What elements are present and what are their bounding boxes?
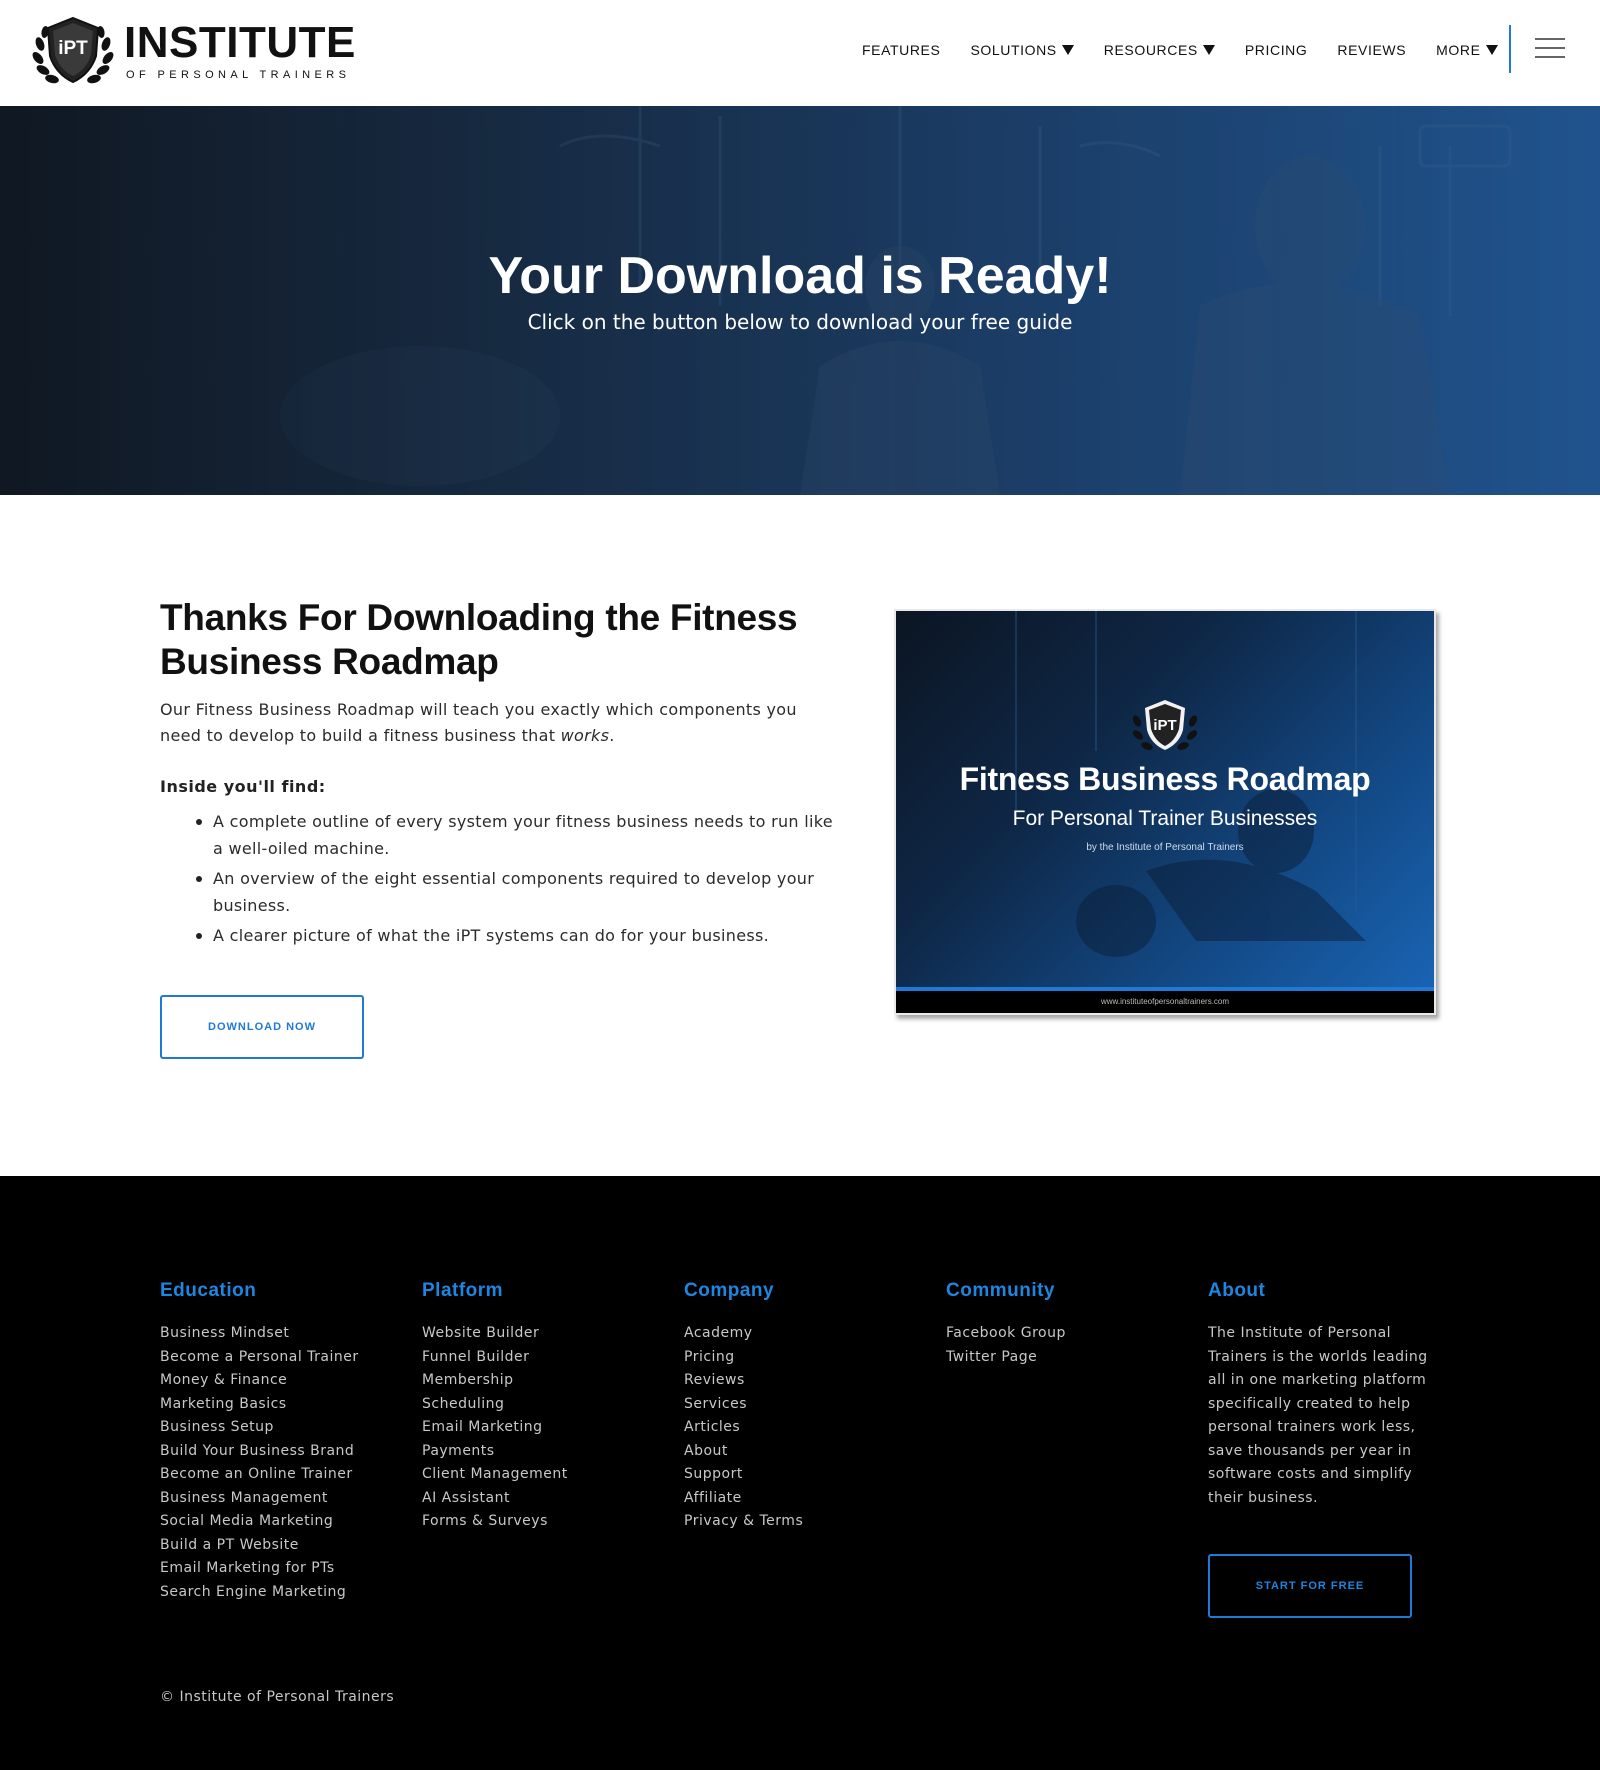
footer-heading: Company — [684, 1280, 775, 1301]
site-footer: Education Business Mindset Become a Pers… — [0, 1176, 1600, 1770]
footer-link[interactable]: Become an Online Trainer — [160, 1463, 359, 1487]
footer-heading: Platform — [422, 1280, 504, 1301]
inside-label: Inside you'll find: — [160, 777, 326, 796]
caret-down-icon — [1485, 45, 1498, 55]
cover-byline: by the Institute of Personal Trainers — [1086, 842, 1244, 853]
svg-text:iPT: iPT — [58, 38, 88, 59]
caret-down-icon — [1061, 45, 1074, 55]
footer-link[interactable]: Membership — [422, 1369, 568, 1393]
footer-link[interactable]: Business Mindset — [160, 1322, 359, 1346]
footer-col-community: Community Facebook Group Twitter Page — [946, 1280, 1066, 1369]
footer-heading: Education — [160, 1280, 257, 1301]
footer-link[interactable]: Funnel Builder — [422, 1346, 568, 1370]
emphasis-works: works — [560, 726, 610, 745]
cover-subtitle: For Personal Trainer Businesses — [1012, 807, 1318, 830]
copyright-text: © Institute of Personal Trainers — [160, 1689, 395, 1705]
footer-link[interactable]: Payments — [422, 1440, 568, 1464]
logo-subtitle: OF PERSONAL TRAINERS — [126, 69, 351, 81]
footer-link[interactable]: Build a PT Website — [160, 1534, 359, 1558]
footer-link[interactable]: Website Builder — [422, 1322, 568, 1346]
footer-link[interactable]: Build Your Business Brand — [160, 1440, 359, 1464]
nav-divider — [1509, 25, 1511, 73]
footer-heading: About — [1208, 1280, 1266, 1301]
hero-banner: Your Download is Ready! Click on the but… — [0, 106, 1600, 495]
footer-col-platform: Platform Website Builder Funnel Builder … — [422, 1280, 568, 1534]
nav-features[interactable]: FEATURES — [862, 38, 940, 62]
footer-link[interactable]: Money & Finance — [160, 1369, 359, 1393]
footer-link[interactable]: Social Media Marketing — [160, 1510, 359, 1534]
footer-link[interactable]: Email Marketing — [422, 1416, 568, 1440]
caret-down-icon — [1202, 45, 1215, 55]
roadmap-cover-image: iPT Fitness Business Roadmap For Persona… — [894, 609, 1436, 1015]
cover-background — [1015, 611, 1366, 957]
nav-reviews[interactable]: REVIEWS — [1337, 38, 1406, 62]
list-item: A clearer picture of what the iPT system… — [196, 922, 833, 949]
content-title: Thanks For Downloading the Fitness Busin… — [160, 597, 798, 682]
cover-shield-icon: iPT — [1129, 697, 1201, 755]
footer-link[interactable]: Business Setup — [160, 1416, 359, 1440]
footer-link[interactable]: AI Assistant — [422, 1487, 568, 1511]
cover-url: www.instituteofpersonaltrainers.com — [896, 991, 1434, 1013]
footer-link[interactable]: Become a Personal Trainer — [160, 1346, 359, 1370]
footer-link[interactable]: Affiliate — [684, 1487, 803, 1511]
svg-text:iPT: iPT — [1153, 717, 1176, 734]
download-now-button[interactable]: DOWNLOAD NOW — [160, 995, 364, 1059]
site-logo[interactable]: iPT INSTITUTE OF PERSONAL TRAINERS — [30, 14, 356, 88]
footer-link[interactable]: Pricing — [684, 1346, 803, 1370]
footer-heading: Community — [946, 1280, 1055, 1301]
footer-link[interactable]: Twitter Page — [946, 1346, 1066, 1370]
cover-title: Fitness Business Roadmap — [959, 761, 1371, 797]
hamburger-icon[interactable] — [1535, 38, 1565, 60]
footer-link[interactable]: Scheduling — [422, 1393, 568, 1417]
main-nav: FEATURES SOLUTIONS RESOURCES PRICING REV… — [862, 38, 1528, 62]
footer-col-about: About The Institute of Personal Trainers… — [1208, 1280, 1442, 1510]
footer-link[interactable]: Privacy & Terms — [684, 1510, 803, 1534]
footer-link[interactable]: About — [684, 1440, 803, 1464]
footer-link[interactable]: Client Management — [422, 1463, 568, 1487]
footer-col-education: Education Business Mindset Become a Pers… — [160, 1280, 359, 1604]
footer-link[interactable]: Academy — [684, 1322, 803, 1346]
footer-col-company: Company Academy Pricing Reviews Services… — [684, 1280, 803, 1534]
footer-link[interactable]: Support — [684, 1463, 803, 1487]
feature-list: A complete outline of every system your … — [196, 808, 833, 952]
laurel-shield-icon: iPT — [30, 14, 116, 88]
hero-title: Your Download is Ready! — [488, 247, 1112, 305]
list-item: An overview of the eight essential compo… — [196, 865, 833, 919]
nav-solutions[interactable]: SOLUTIONS — [970, 38, 1074, 62]
logo-title: INSTITUTE — [124, 18, 356, 67]
footer-link[interactable]: Facebook Group — [946, 1322, 1066, 1346]
footer-link[interactable]: Services — [684, 1393, 803, 1417]
site-header: iPT INSTITUTE OF PERSONAL TRAINERS FEATU… — [0, 0, 1600, 106]
footer-link[interactable]: Business Management — [160, 1487, 359, 1511]
about-text: The Institute of Personal Trainers is th… — [1208, 1325, 1428, 1506]
footer-link[interactable]: Marketing Basics — [160, 1393, 359, 1417]
footer-link[interactable]: Forms & Surveys — [422, 1510, 568, 1534]
footer-link[interactable]: Search Engine Marketing — [160, 1581, 359, 1605]
hero-subtitle: Click on the button below to download yo… — [527, 310, 1073, 334]
footer-link[interactable]: Articles — [684, 1416, 803, 1440]
nav-more[interactable]: MORE — [1436, 38, 1498, 62]
content-intro: Our Fitness Business Roadmap will teach … — [160, 700, 797, 745]
nav-pricing[interactable]: PRICING — [1245, 38, 1308, 62]
list-item: A complete outline of every system your … — [196, 808, 833, 862]
footer-link[interactable]: Email Marketing for PTs — [160, 1557, 359, 1581]
nav-resources[interactable]: RESOURCES — [1104, 38, 1215, 62]
footer-link[interactable]: Reviews — [684, 1369, 803, 1393]
start-for-free-button[interactable]: START FOR FREE — [1208, 1554, 1412, 1618]
